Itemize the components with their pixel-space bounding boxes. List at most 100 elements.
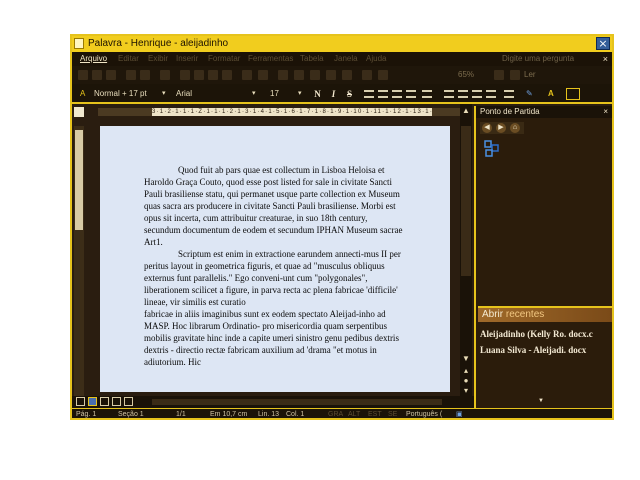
format-painter-icon[interactable] (222, 70, 232, 80)
menu-ajuda[interactable]: Ajuda (366, 52, 386, 66)
new-icon[interactable] (78, 70, 88, 80)
strikethrough-button[interactable]: S (344, 88, 355, 100)
chevron-down-icon[interactable]: ▾ (162, 88, 166, 100)
menu-janela[interactable]: Janela (334, 52, 358, 66)
excel-icon[interactable] (310, 70, 320, 80)
preview-icon[interactable] (140, 70, 150, 80)
align-center-icon[interactable] (378, 90, 388, 98)
columns-icon[interactable] (326, 70, 336, 80)
normal-view-icon[interactable] (76, 397, 85, 406)
menu-arquivo[interactable]: Arquivo (80, 52, 107, 66)
outline-view-icon[interactable] (112, 397, 121, 406)
save-icon[interactable] (106, 70, 116, 80)
status-line: Lin. 13 (258, 411, 280, 418)
menu-exibir[interactable]: Exibir (148, 52, 168, 66)
word-window: Palavra - Henrique - aleijadinho × Arqui… (70, 34, 614, 420)
status-mode-gra[interactable]: GRA (328, 409, 343, 418)
justify-icon[interactable] (406, 90, 416, 98)
drawing-icon[interactable] (342, 70, 352, 80)
read-icon[interactable] (510, 70, 520, 80)
vertical-ruler-margin (75, 130, 83, 230)
print-layout-icon[interactable] (100, 397, 109, 406)
help-question-box[interactable]: Digite uma pergunta (502, 52, 574, 66)
scroll-thumb[interactable] (461, 126, 471, 276)
read-button[interactable]: Ler (524, 68, 536, 82)
horizontal-scroll-thumb[interactable] (152, 399, 442, 405)
paragraph: Scriptum est enim in extractione earunde… (144, 249, 401, 307)
bullets-icon[interactable] (458, 90, 468, 98)
chevron-down-icon[interactable]: ▾ (252, 88, 256, 100)
align-left-icon[interactable] (364, 90, 374, 98)
paste-icon[interactable] (208, 70, 218, 80)
cut-icon[interactable] (180, 70, 190, 80)
task-pane-close-button[interactable]: × (603, 106, 608, 118)
numbering-icon[interactable] (444, 90, 454, 98)
bold-button[interactable]: N (312, 88, 323, 100)
borders-icon[interactable] (504, 90, 514, 98)
redo-icon[interactable] (258, 70, 268, 80)
close-document-button[interactable]: × (603, 52, 608, 66)
menu-tabela[interactable]: Tabela (300, 52, 324, 66)
styles-icon[interactable]: A (80, 88, 85, 100)
office-logo-icon (484, 140, 499, 157)
italic-button[interactable]: I (328, 88, 339, 100)
copy-icon[interactable] (194, 70, 204, 80)
task-pane-header[interactable]: Ponto de Partida × (476, 106, 612, 118)
show-hide-icon[interactable] (378, 70, 388, 80)
forward-icon[interactable]: ▶ (496, 123, 506, 133)
ruler-ticks[interactable]: 3·1·2·1·1·1·Z·1·1·1·2·1·3·1·4·1·5·1·6·1·… (152, 108, 432, 116)
decrease-indent-icon[interactable] (472, 90, 482, 98)
style-select[interactable]: Normal + 17 pt (94, 88, 147, 100)
web-view-icon[interactable] (88, 397, 97, 406)
table-icon[interactable] (294, 70, 304, 80)
font-select[interactable]: Arial (176, 88, 192, 100)
recent-header-first: Abrir (482, 309, 506, 320)
spelling-icon[interactable] (160, 70, 170, 80)
scroll-up-icon[interactable]: ▲ (461, 106, 471, 116)
chevron-down-icon[interactable]: ▾ (298, 88, 302, 100)
next-page-icon[interactable]: ▾ (461, 386, 471, 396)
status-language[interactable]: Português ( (406, 409, 442, 418)
document-map-icon[interactable] (362, 70, 372, 80)
menu-inserir[interactable]: Inserir (176, 52, 198, 66)
home-icon[interactable]: ⌂ (510, 123, 520, 133)
increase-indent-icon[interactable] (486, 90, 496, 98)
browse-object-icon[interactable]: ● (461, 376, 471, 386)
back-icon[interactable]: ◀ (482, 123, 492, 133)
help-icon[interactable] (494, 70, 504, 80)
highlight-icon[interactable]: ✎ (526, 88, 533, 100)
status-mode-se[interactable]: SE (388, 409, 397, 418)
scroll-down-icon[interactable]: ▼ (461, 354, 471, 364)
font-color-icon[interactable]: A (548, 88, 554, 100)
previous-page-icon[interactable]: ▴ (461, 366, 471, 376)
standard-toolbar: 65% Ler (72, 66, 612, 84)
tab-selector-icon[interactable] (74, 107, 84, 117)
line-spacing-icon[interactable] (422, 90, 432, 98)
document-body[interactable]: Quod fuit ab pars quae est collectum in … (144, 164, 404, 368)
status-bar: Pág. 1 Seção 1 1/1 Em 10,7 cm Lin. 13 Co… (72, 408, 612, 418)
vertical-scrollbar[interactable]: ▲ ▼ ▴ ● ▾ (460, 104, 472, 396)
zoom-select[interactable]: 65% (458, 68, 474, 82)
recent-file-item[interactable]: Luana Silva - Aleijadi. docx (480, 344, 612, 356)
open-icon[interactable] (92, 70, 102, 80)
task-pane-title: Ponto de Partida (480, 107, 540, 116)
document-page[interactable]: Quod fuit ab pars quae est collectum in … (100, 126, 450, 392)
window-title: Palavra - Henrique - aleijadinho (88, 38, 229, 49)
font-size-select[interactable]: 17 (270, 88, 279, 100)
toolbar-options-icon[interactable] (566, 88, 580, 100)
align-right-icon[interactable] (392, 90, 402, 98)
status-mode-alt[interactable]: ALT (348, 409, 360, 418)
undo-icon[interactable] (242, 70, 252, 80)
menu-editar[interactable]: Editar (118, 52, 139, 66)
status-mode-est[interactable]: EST (368, 409, 382, 418)
recent-file-item[interactable]: Aleijadinho (Kelly Ro. docx.c (480, 328, 612, 340)
reading-view-icon[interactable] (124, 397, 133, 406)
task-pane-scroll-down-icon[interactable]: ▼ (538, 398, 544, 404)
menu-ferramentas[interactable]: Ferramentas (248, 52, 293, 66)
close-window-button[interactable]: × (596, 37, 610, 50)
spelling-status-icon[interactable]: ▣ (456, 409, 463, 418)
print-icon[interactable] (126, 70, 136, 80)
hyperlink-icon[interactable] (278, 70, 288, 80)
menu-formatar[interactable]: Formatar (208, 52, 240, 66)
title-bar[interactable]: Palavra - Henrique - aleijadinho × (72, 36, 612, 52)
